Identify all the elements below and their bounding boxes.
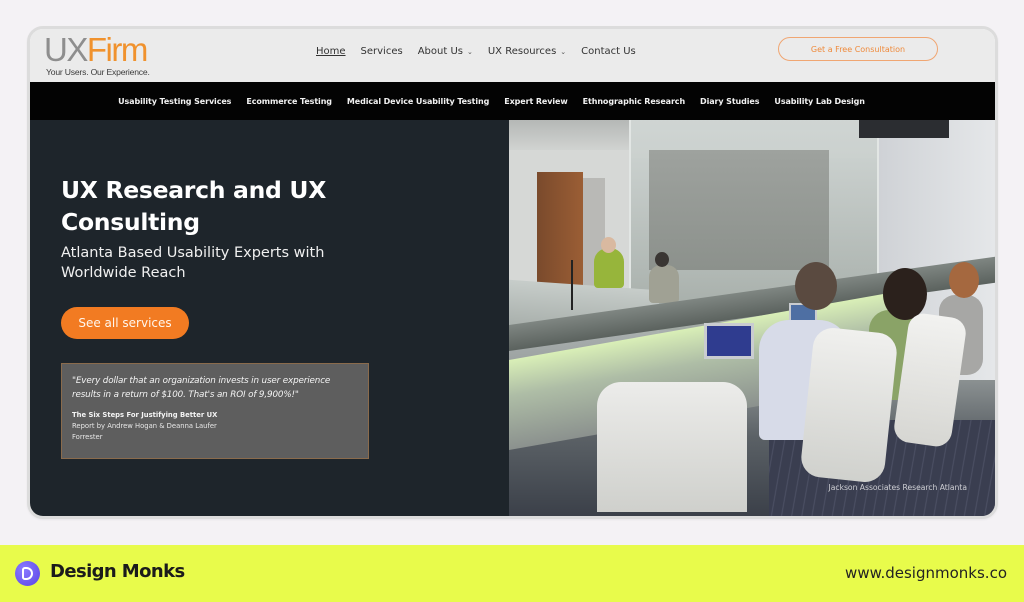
brand-name: Design Monks — [50, 561, 185, 582]
design-monks-logo-icon — [15, 561, 40, 586]
nav-home[interactable]: Home — [316, 46, 346, 57]
photo-participant — [594, 248, 624, 288]
roi-quote-box: "Every dollar that an organization inves… — [61, 363, 369, 459]
quote-authors: Report by Andrew Hogan & Deanna Laufer — [72, 422, 217, 430]
nav-about-us[interactable]: About Us ⌄ — [418, 46, 473, 57]
chevron-down-icon: ⌄ — [560, 47, 567, 56]
chevron-down-icon: ⌄ — [466, 47, 473, 56]
nav-contact-us[interactable]: Contact Us — [581, 46, 636, 57]
main-nav: Home Services About Us ⌄ UX Resources ⌄ … — [316, 46, 636, 57]
subnav-ecommerce-testing[interactable]: Ecommerce Testing — [246, 97, 332, 106]
nav-services[interactable]: Services — [361, 46, 403, 57]
photo-glass-panel — [649, 150, 829, 270]
logo-firm: Firm — [86, 31, 148, 68]
nav-contact-us-label: Contact Us — [581, 46, 636, 57]
photo-chair — [799, 326, 899, 484]
photo-chair — [597, 382, 747, 512]
nav-ux-resources[interactable]: UX Resources ⌄ — [488, 46, 566, 57]
hero-section: UX Research and UX Consulting Atlanta Ba… — [30, 120, 995, 516]
photo-observer-head — [795, 262, 837, 310]
quote-text: "Every dollar that an organization inves… — [72, 376, 331, 400]
photo-moderator-head — [655, 252, 669, 267]
subnav-diary-studies[interactable]: Diary Studies — [700, 97, 759, 106]
brand-url[interactable]: www.designmonks.co — [845, 564, 1007, 582]
logo-glyph — [22, 567, 33, 580]
logo-ux: UX — [44, 31, 88, 68]
photo-observer-head — [949, 262, 979, 298]
free-consultation-button[interactable]: Get a Free Consultation — [778, 37, 938, 61]
hero-title: UX Research and UX Consulting — [61, 176, 327, 236]
photo-tripod — [571, 260, 573, 310]
photo-laptop — [704, 323, 754, 359]
photo-moderator — [649, 265, 679, 303]
subnav-usability-testing[interactable]: Usability Testing Services — [118, 97, 231, 106]
photo-monitor — [859, 120, 949, 138]
usability-lab-photo: Jackson Associates Research Atlanta — [509, 120, 995, 516]
photo-door — [537, 172, 583, 290]
subnav-expert-review[interactable]: Expert Review — [504, 97, 568, 106]
photo-caption: Jackson Associates Research Atlanta — [828, 483, 968, 492]
hero-text-panel: UX Research and UX Consulting Atlanta Ba… — [30, 120, 509, 516]
photo-observer-head — [883, 268, 927, 320]
nav-about-us-label: About Us — [417, 46, 463, 57]
quote-source-title: The Six Steps For Justifying Better UX — [72, 411, 218, 419]
design-monks-bar: Design Monks www.designmonks.co — [0, 545, 1024, 602]
logo-wordmark: UXFirm — [44, 31, 148, 68]
hero-subtitle: Atlanta Based Usability Experts with Wor… — [61, 245, 325, 281]
subnav-medical-device[interactable]: Medical Device Usability Testing — [347, 97, 489, 106]
site-header: UXFirm Your Users. Our Experience. Home … — [30, 29, 995, 82]
nav-services-label: Services — [360, 46, 403, 57]
nav-ux-resources-label: UX Resources — [487, 46, 557, 57]
subnav-usability-lab-design[interactable]: Usability Lab Design — [774, 97, 865, 106]
photo-participant-head — [601, 237, 616, 253]
nav-home-label: Home — [316, 46, 346, 57]
logo-tagline: Your Users. Our Experience. — [46, 67, 150, 77]
see-all-services-button[interactable]: See all services — [61, 307, 189, 339]
subnav-ethnographic-research[interactable]: Ethnographic Research — [583, 97, 686, 106]
uxfirm-logo[interactable]: UXFirm Your Users. Our Experience. — [44, 31, 174, 78]
quote-publisher: Forrester — [72, 433, 103, 441]
browser-frame: UXFirm Your Users. Our Experience. Home … — [27, 26, 998, 519]
services-sub-nav: Usability Testing Services Ecommerce Tes… — [30, 82, 995, 120]
